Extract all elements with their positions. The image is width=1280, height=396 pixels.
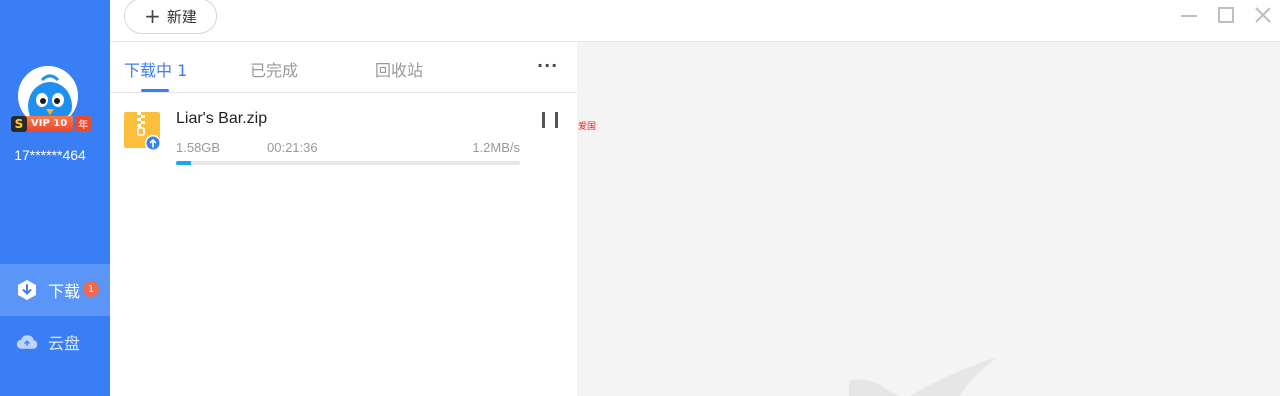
download-count-badge: 1 [83,281,100,297]
vip-s-mark: S [11,115,27,132]
detail-pane: 爱国 [577,42,1280,396]
vip-badge: S VIP 10 年 [11,115,92,132]
download-progress-fill [176,161,192,165]
new-task-label: 新建 [166,7,197,26]
minimize-button[interactable] [1178,4,1200,26]
file-size: 1.58GB [176,140,221,155]
vip-level-label: VIP 10 [25,116,74,131]
tab-downloading[interactable]: 下载中 1 [124,57,187,81]
more-options-button[interactable]: ··· [537,56,558,75]
tab-completed[interactable]: 已完成 [250,57,298,81]
download-tabs: 下载中 1 已完成 回收站 ··· [110,42,577,93]
vip-year-label: 年 [75,116,92,131]
sidebar: S VIP 10 年 17******464 下载 1 云盘 [0,0,110,396]
active-tab-indicator [141,89,169,92]
download-icon [16,279,38,301]
top-toolbar: + 新建 [110,0,1280,42]
red-note-text: 爱国 [578,122,597,132]
download-speed: 1.2MB/s [472,140,520,155]
plus-icon: + [144,4,161,28]
download-task-row[interactable]: Liar's Bar.zip 1.58GB 00:21:36 1.2MB/s [110,94,577,174]
tab-recycle-bin[interactable]: 回收站 [375,57,423,81]
cloud-icon [16,331,38,353]
sidebar-item-cloud[interactable]: 云盘 [0,316,110,368]
minimize-icon [1181,15,1197,17]
remaining-time: 00:21:36 [267,140,318,155]
username: 17******464 [14,147,86,163]
close-button[interactable] [1252,4,1274,26]
download-progress-bar [176,161,520,165]
close-icon [1255,7,1271,23]
sidebar-item-label: 下载 [48,282,81,301]
pause-icon [542,112,545,128]
pause-button[interactable] [542,112,558,130]
sidebar-item-label: 云盘 [48,334,81,353]
file-name: Liar's Bar.zip [176,110,268,127]
zip-file-icon [124,112,162,152]
maximize-button[interactable] [1215,4,1237,26]
new-task-button[interactable]: + 新建 [124,0,217,34]
sidebar-item-download[interactable]: 下载 1 [0,264,110,316]
download-list-panel: 下载中 1 已完成 回收站 ··· Liar's Bar.zip 1.58GB … [110,42,577,396]
bird-watermark-icon [849,357,997,396]
maximize-icon [1218,7,1234,23]
